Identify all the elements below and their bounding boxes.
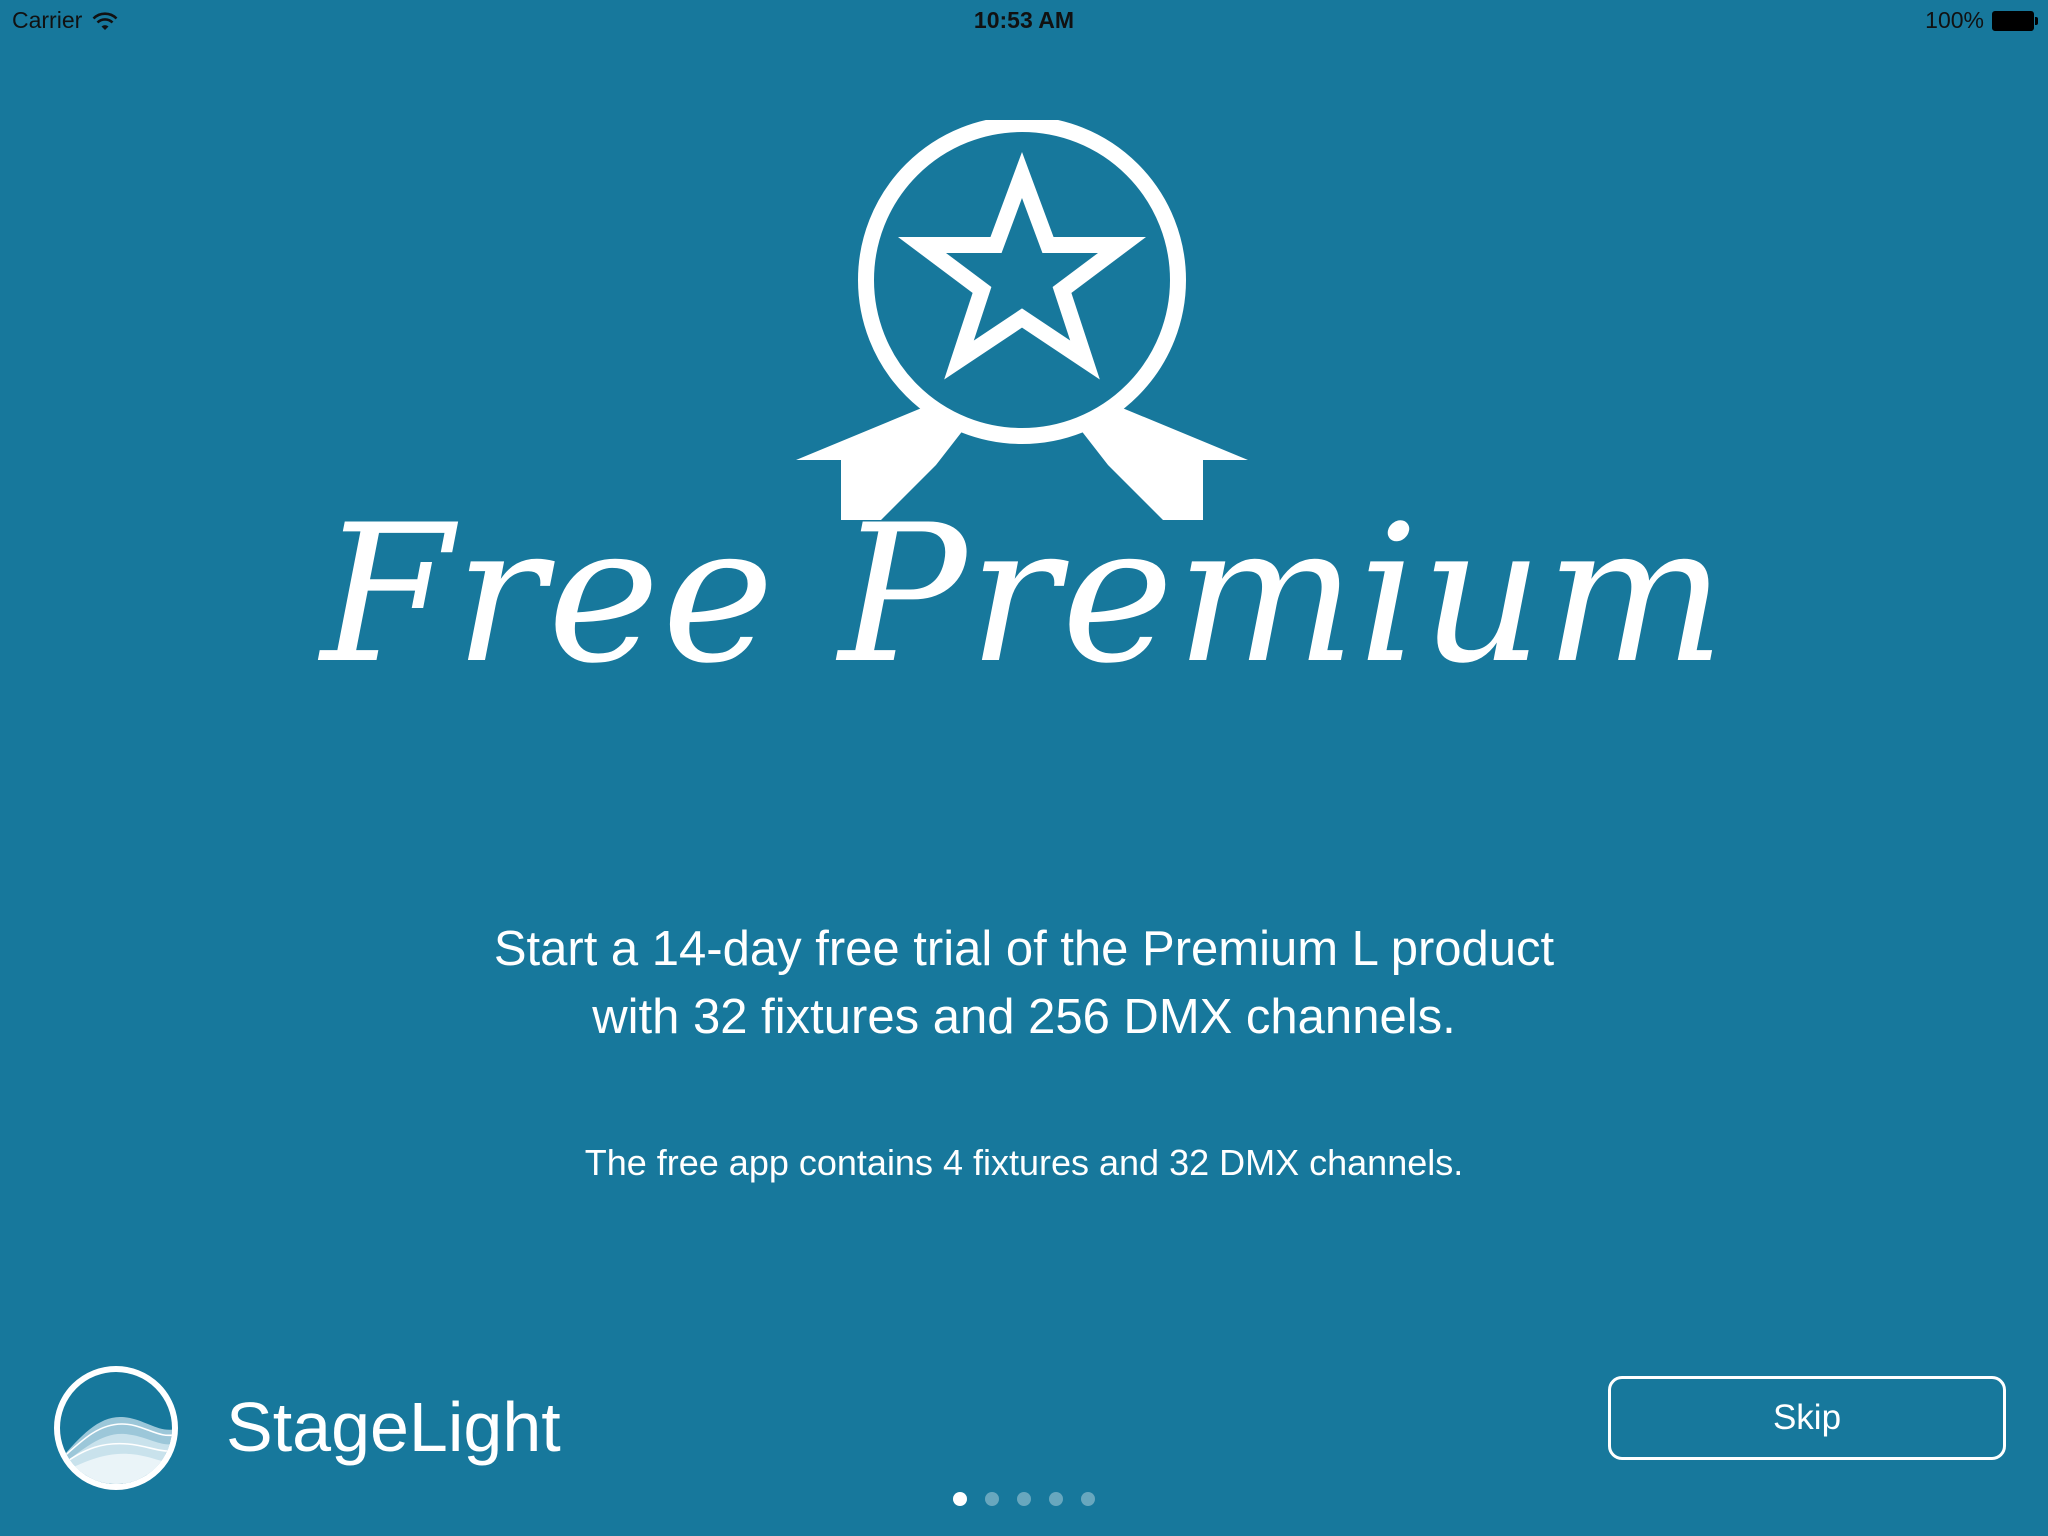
battery-percent: 100% bbox=[1925, 7, 1984, 33]
battery-icon bbox=[1992, 10, 2038, 31]
page-dot-1[interactable] bbox=[953, 1492, 967, 1506]
status-bar: Carrier 10:53 AM 100% bbox=[0, 0, 2048, 40]
page-dot-5[interactable] bbox=[1081, 1492, 1095, 1506]
award-ribbon-star-icon bbox=[796, 120, 1248, 520]
skip-button[interactable]: Skip bbox=[1608, 1376, 2006, 1460]
stagelight-logo-icon bbox=[54, 1366, 178, 1490]
trial-description-line-1: Start a 14-day free trial of the Premium… bbox=[493, 922, 1555, 976]
page-dot-3[interactable] bbox=[1017, 1492, 1031, 1506]
trial-description: Start a 14-day free trial of the Premium… bbox=[0, 915, 2048, 1051]
trial-description-line-2: with 32 fixtures and 256 DMX channels. bbox=[592, 990, 1456, 1044]
time-label: 10:53 AM bbox=[973, 7, 1075, 33]
page-dot-2[interactable] bbox=[985, 1492, 999, 1506]
page-dot-4[interactable] bbox=[1049, 1492, 1063, 1506]
status-right: 100% bbox=[1925, 7, 2038, 34]
app-name: StageLight bbox=[226, 1388, 561, 1466]
free-app-note: The free app contains 4 fixtures and 32 … bbox=[584, 1142, 1464, 1183]
free-premium-title: Free Premium bbox=[320, 484, 1728, 705]
page-indicator[interactable] bbox=[0, 1492, 2048, 1506]
status-time: 10:53 AM bbox=[0, 7, 2048, 34]
